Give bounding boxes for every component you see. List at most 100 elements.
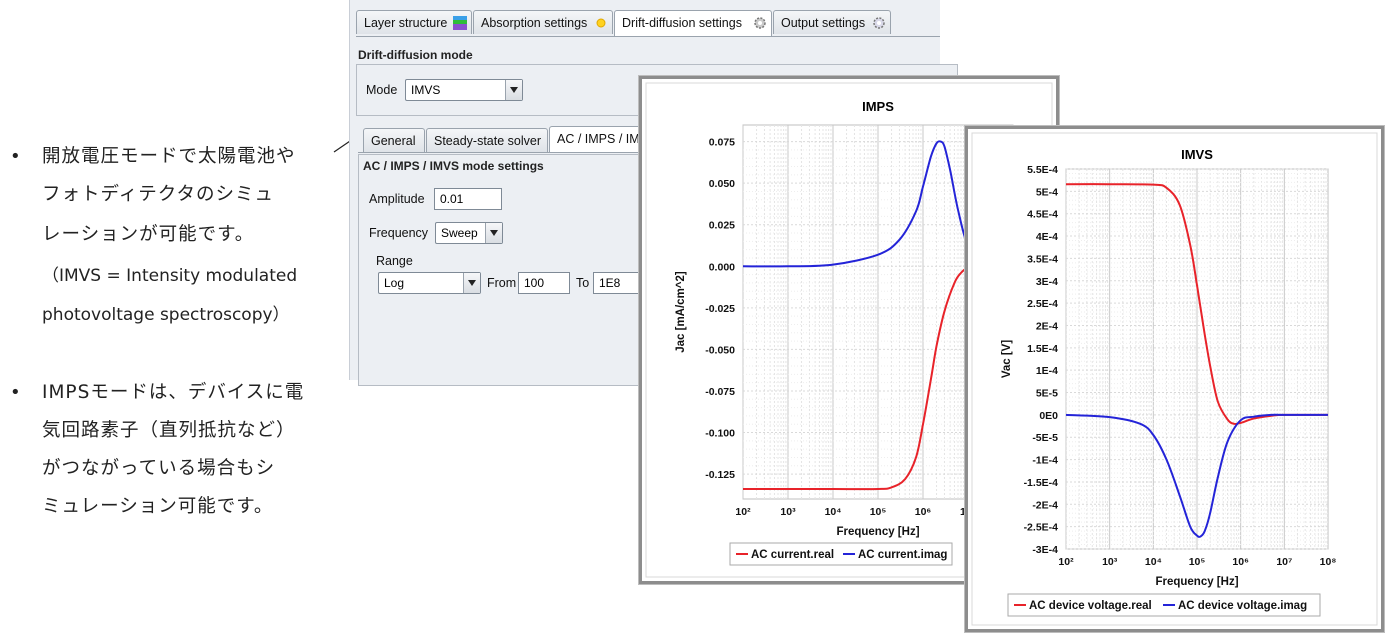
tab-label: Steady-state solver <box>434 134 541 148</box>
x-tick-label: 10² <box>735 506 751 518</box>
frequency-value: Sweep <box>441 226 478 240</box>
gear-icon <box>754 17 766 29</box>
mode-select[interactable]: IMVS <box>405 79 523 101</box>
tab-absorption-settings[interactable]: Absorption settings <box>473 10 613 34</box>
from-input[interactable]: 100 <box>518 272 570 294</box>
bullet-line: フォトディテクタのシミュ <box>42 184 274 205</box>
tab-drift-diffusion-settings[interactable]: Drift-diffusion settings <box>614 10 772 36</box>
layers-icon <box>453 16 467 30</box>
range-label: Range <box>376 254 413 268</box>
tab-label: Layer structure <box>364 16 448 30</box>
tab-general[interactable]: General <box>363 128 425 152</box>
y-tick-label: 5.5E-4 <box>1027 164 1058 176</box>
tab-label: Drift-diffusion settings <box>622 16 742 30</box>
mode-label: Mode <box>366 83 398 97</box>
frequency-label: Frequency <box>369 226 429 240</box>
y-tick-label: -2.5E-4 <box>1024 522 1059 534</box>
x-tick-label: 10⁶ <box>1232 556 1249 568</box>
legend-entry: AC current.real <box>751 549 834 561</box>
bullet-line: 気回路素子（直列抵抗など） <box>42 420 296 441</box>
output-icon <box>873 17 885 29</box>
from-label: From <box>487 276 517 290</box>
y-tick-label: 0.000 <box>709 261 735 273</box>
bullet-line: がつながっている場合もシ <box>42 458 276 479</box>
x-tick-label: 10⁸ <box>1320 556 1337 568</box>
y-tick-label: 0.075 <box>709 137 735 149</box>
x-tick-label: 10³ <box>780 506 796 518</box>
bullet-line: （IMVS = Intensity modulated <box>42 266 298 286</box>
y-axis-label: Jac [mA/cm^2] <box>675 271 687 353</box>
y-tick-label: -0.075 <box>705 386 735 398</box>
frequency-select[interactable]: Sweep <box>435 222 503 244</box>
y-tick-label: -5E-5 <box>1032 432 1058 444</box>
y-tick-label: 5E-5 <box>1036 388 1058 400</box>
x-tick-label: 10² <box>1058 556 1074 568</box>
section-title: Drift-diffusion mode <box>358 48 473 62</box>
legend: AC current.real AC current.imag <box>729 542 953 566</box>
legend-entry: AC device voltage.imag <box>1178 600 1307 612</box>
bullet-line: ミュレーション可能です。 <box>42 496 274 517</box>
range-scale-select[interactable]: Log <box>378 272 481 294</box>
amplitude-input[interactable]: 0.01 <box>434 188 502 210</box>
chart-title: IMPS <box>862 99 894 114</box>
x-tick-label: 10⁵ <box>1189 556 1206 568</box>
x-tick-label: 10⁴ <box>825 506 842 518</box>
legend-entry: AC current.imag <box>858 549 947 561</box>
y-tick-label: 5E-4 <box>1036 186 1058 198</box>
range-scale-value: Log <box>384 276 405 290</box>
tab-layer-structure[interactable]: Layer structure <box>356 10 472 34</box>
y-tick-label: 0E0 <box>1039 410 1058 422</box>
y-tick-label: 2E-4 <box>1036 320 1058 332</box>
x-tick-label: 10⁶ <box>915 506 932 518</box>
y-tick-label: -2E-4 <box>1032 499 1058 511</box>
y-tick-label: -0.125 <box>705 469 735 481</box>
chevron-down-icon <box>463 273 480 293</box>
y-tick-label: 4.5E-4 <box>1027 209 1058 221</box>
y-tick-label: 4E-4 <box>1036 231 1058 243</box>
x-tick-label: 10⁵ <box>870 506 887 518</box>
imvs-chart: IMVS 10² 10³ 10⁴ 10⁵ 10⁶ 10⁷ 10⁸ 5.5E-4 5E-4 4.5E-… <box>971 132 1378 626</box>
y-tick-label: -1.5E-4 <box>1024 477 1059 489</box>
y-tick-label: 2.5E-4 <box>1027 298 1058 310</box>
imvs-chart-window: IMVS 10² 10³ 10⁴ 10⁵ 10⁶ 10⁷ 10⁸ 5.5E-4 5E-4 4.5E-… <box>965 126 1384 632</box>
y-tick-label: 0.050 <box>709 178 735 190</box>
y-axis-label: Vac [V] <box>1001 340 1013 379</box>
sun-icon <box>596 18 606 28</box>
tab-steady-state-solver[interactable]: Steady-state solver <box>426 128 548 152</box>
y-tick-label: 0.025 <box>709 220 735 232</box>
bullet-line: 開放電圧モードで太陽電池や <box>42 146 296 167</box>
bullet-dot: • <box>10 146 21 167</box>
x-tick-label: 10⁴ <box>1145 556 1162 568</box>
y-tick-label: 3E-4 <box>1036 276 1058 288</box>
y-tick-label: -3E-4 <box>1032 544 1058 556</box>
tab-label: General <box>371 134 416 148</box>
legend: AC device voltage.real AC device voltage.… <box>1007 593 1321 617</box>
chevron-down-icon <box>485 223 502 243</box>
bullet-line: レーションが可能です。 <box>42 224 255 245</box>
y-tick-label: -1E-4 <box>1032 455 1058 467</box>
y-tick-label: 1.5E-4 <box>1027 343 1058 355</box>
y-tick-label: 3.5E-4 <box>1027 253 1058 265</box>
tab-label: Output settings <box>781 16 866 30</box>
chevron-down-icon <box>505 80 522 100</box>
x-axis-label: Frequency [Hz] <box>1155 576 1238 588</box>
tab-label: Absorption settings <box>481 16 588 30</box>
chart-title: IMVS <box>1181 147 1213 162</box>
y-tick-label: -0.050 <box>705 344 735 356</box>
bullet-line: photovoltage spectroscopy） <box>42 305 290 325</box>
x-axis-label: Frequency [Hz] <box>836 526 919 538</box>
tab-bar-divider <box>356 36 940 37</box>
x-tick-label: 10⁷ <box>1276 556 1292 568</box>
y-tick-label: 1E-4 <box>1036 365 1058 377</box>
y-tick-label: -0.025 <box>705 303 735 315</box>
tab-output-settings[interactable]: Output settings <box>773 10 891 34</box>
amplitude-label: Amplitude <box>369 192 425 206</box>
x-tick-label: 10³ <box>1102 556 1118 568</box>
bullet-line: IMPSモードは、デバイスに電 <box>42 382 305 403</box>
legend-entry: AC device voltage.real <box>1029 600 1152 612</box>
bullet-dot: • <box>10 382 21 403</box>
ac-section-title: AC / IMPS / IMVS mode settings <box>363 159 544 173</box>
y-tick-label: -0.100 <box>705 428 735 440</box>
mode-value: IMVS <box>411 83 441 97</box>
to-label: To <box>576 276 590 290</box>
